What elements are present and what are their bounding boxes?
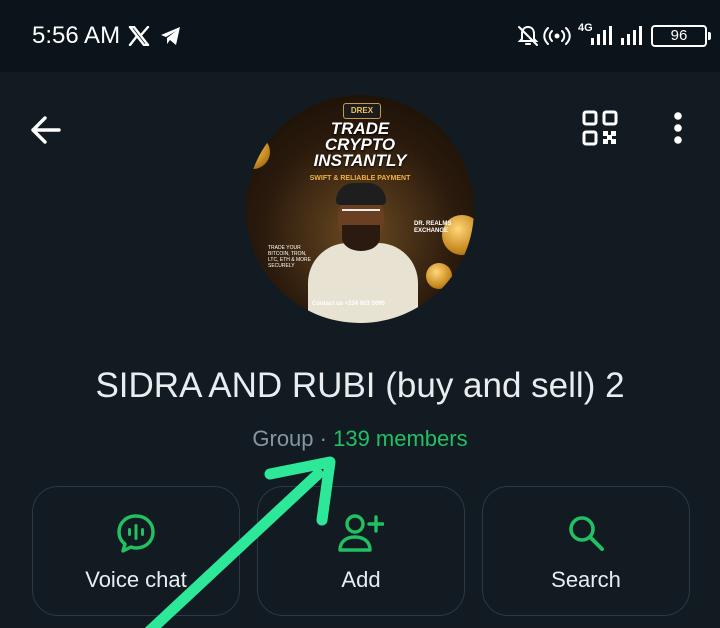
add-member-label: Add — [341, 567, 381, 592]
search-label: Search — [551, 567, 621, 592]
more-vertical-icon — [674, 112, 682, 144]
avatar-trade-note: TRADE YOUR BITCOIN, TRON, LTC, ETH & MOR… — [268, 245, 311, 269]
search-icon — [569, 516, 604, 551]
back-button[interactable] — [20, 104, 72, 156]
qr-code-button[interactable] — [572, 100, 628, 156]
coin-graphic — [426, 263, 452, 289]
avatar-headline: TRADE CRYPTO INSTANTLY — [246, 120, 474, 170]
signal-icon — [591, 26, 612, 45]
more-options-button[interactable] — [656, 100, 700, 156]
person-graphic — [308, 243, 418, 323]
signal-icon-2 — [621, 26, 642, 45]
action-icon-wrap — [483, 513, 689, 553]
avatar-exchange-name: DR. REALMS EXCHANGE — [414, 221, 451, 235]
group-info-screen: DREX TRADE CRYPTO INSTANTLY SWIFT & RELI… — [0, 72, 720, 628]
group-type-label: Group — [252, 426, 314, 451]
add-member-icon — [338, 514, 384, 552]
members-count-link[interactable]: 139 members — [333, 426, 468, 451]
status-time: 5:56 AM — [32, 22, 121, 49]
group-avatar[interactable]: DREX TRADE CRYPTO INSTANTLY SWIFT & RELI… — [246, 95, 474, 323]
group-meta: Group · 139 members — [0, 426, 720, 452]
voice-chat-label: Voice chat — [85, 567, 187, 592]
person-beard-graphic — [342, 225, 380, 251]
battery-indicator: 96 — [651, 25, 711, 47]
avatar-exchange-line: EXCHANGE — [414, 228, 449, 234]
person-hat-graphic — [336, 183, 386, 205]
avatar-subline: SWIFT & RELIABLE PAYMENT — [309, 175, 411, 182]
group-title: SIDRA AND RUBI (buy and sell) 2 — [95, 366, 625, 405]
avatar-brand: DREX — [343, 103, 381, 119]
arrow-left-icon — [31, 116, 61, 144]
action-icon-wrap — [33, 513, 239, 553]
hotspot-icon — [543, 27, 571, 45]
telegram-icon — [161, 27, 180, 45]
status-bar: 5:56 AM 4G 96 — [0, 0, 720, 72]
mute-icon — [517, 25, 539, 46]
avatar-exchange-line: DR. REALMS — [414, 221, 452, 227]
voice-chat-button[interactable]: Voice chat — [32, 486, 240, 616]
search-button[interactable]: Search — [482, 486, 690, 616]
person-glasses-graphic — [342, 209, 380, 220]
x-icon — [128, 26, 150, 46]
action-icon-wrap — [258, 513, 464, 553]
meta-separator: · — [313, 426, 334, 451]
avatar-headline-line: INSTANTLY — [313, 151, 407, 170]
voice-chat-icon — [117, 514, 155, 553]
avatar-contact: Contact us +234 903 5695 — [312, 301, 385, 307]
add-member-button[interactable]: Add — [257, 486, 465, 616]
qr-code-icon — [582, 110, 618, 146]
